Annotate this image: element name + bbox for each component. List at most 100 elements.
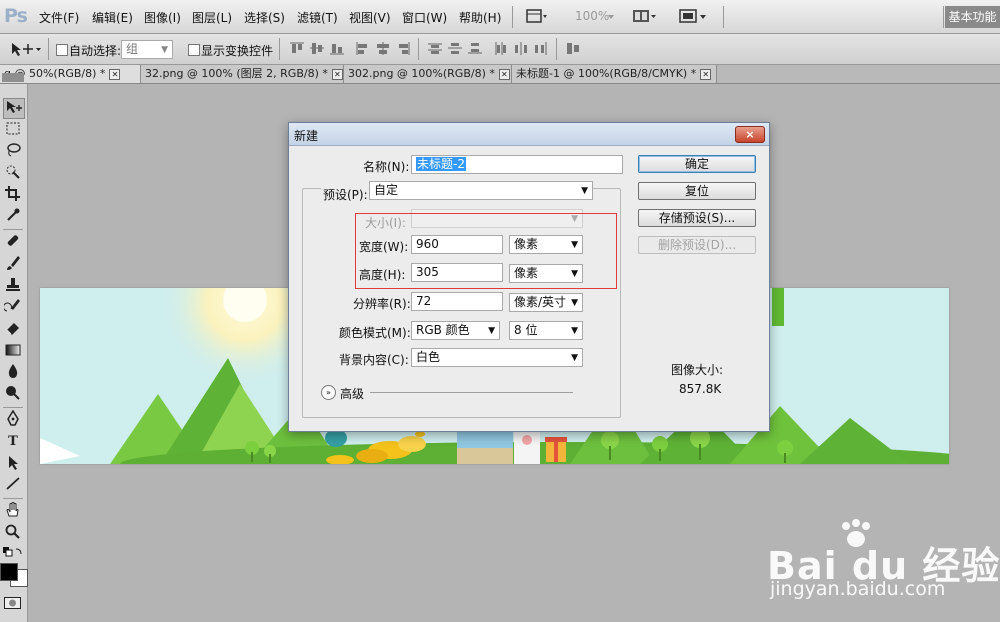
brush-tool-icon[interactable] [3,254,23,273]
workspace-switcher[interactable]: 基本功能 [945,6,1000,28]
arrange-documents-icon[interactable] [632,8,656,24]
distribute-vcenter-icon[interactable] [448,42,462,55]
menu-image[interactable]: 图像(I) [144,9,181,26]
zoom-dropdown-icon[interactable] [606,8,628,24]
foreground-color-swatch[interactable] [0,563,18,581]
color-mode-dropdown[interactable]: RGB 颜色 ▼ [411,321,500,340]
name-input[interactable]: 未标题-2 [411,155,623,174]
distribute-left-icon[interactable] [494,42,508,55]
quick-selection-tool-icon[interactable] [3,163,23,182]
advanced-label[interactable]: 高级 [340,385,364,402]
document-tab[interactable]: 32.png @ 100% (图层 2, RGB/8) * ✕ [141,65,344,83]
dodge-tool-icon[interactable] [3,384,23,403]
default-colors-icon[interactable] [2,546,24,558]
menu-file[interactable]: 文件(F) [39,9,79,26]
resolution-label: 分辨率(R): [353,297,411,311]
distribute-right-icon[interactable] [534,42,548,55]
align-bottom-icon[interactable] [330,42,344,55]
menu-select[interactable]: 选择(S) [244,9,285,26]
advanced-divider [370,392,573,393]
align-top-icon[interactable] [290,42,304,55]
reset-button[interactable]: 复位 [638,182,756,200]
quick-mask-icon[interactable] [4,597,21,609]
options-bar: 自动选择: 组 ▼ 显示变换控件 [0,34,1000,65]
preset-label: 预设(P): [321,186,370,203]
close-icon[interactable]: ✕ [109,68,121,80]
auto-select-dropdown[interactable]: 组 ▼ [121,40,173,59]
distribute-top-icon[interactable] [428,42,442,55]
save-preset-button[interactable]: 存储预设(S)... [638,209,756,227]
move-tool-icon[interactable] [3,98,25,119]
ok-button[interactable]: 确定 [638,155,756,173]
tools-separator [3,407,23,408]
document-tab-bar: g @ 50%(RGB/8) * ✕ 32.png @ 100% (图层 2, R… [0,65,1000,84]
pen-tool-icon[interactable] [3,409,23,429]
type-tool-icon[interactable]: T [3,432,23,451]
lasso-tool-icon[interactable] [3,141,23,160]
menu-filter[interactable]: 滤镜(T) [297,9,338,26]
launch-bridge-icon[interactable] [526,8,548,24]
preset-dropdown[interactable]: 自定 ▼ [369,181,593,200]
delete-preset-button: 删除预设(D)... [638,236,756,254]
chevron-down-icon: ▼ [161,45,168,55]
tab-label: 32.png @ 100% (图层 2, RGB/8) * [145,67,328,80]
auto-align-layers-icon[interactable] [566,42,580,55]
chevron-down-icon: ▼ [571,298,578,308]
screen-mode-icon[interactable] [678,8,706,24]
bit-depth-dropdown[interactable]: 8 位 ▼ [509,321,583,340]
history-brush-tool-icon[interactable] [3,297,23,316]
menu-layer[interactable]: 图层(L) [192,9,232,26]
size-highlight-box [355,213,617,289]
close-icon[interactable]: ✕ [331,68,343,80]
options-separator [418,38,419,60]
close-icon[interactable]: ✕ [498,68,510,80]
marquee-tool-icon[interactable] [3,120,23,139]
resolution-unit-dropdown[interactable]: 像素/英寸 ▼ [509,293,583,312]
resolution-input[interactable]: 72 [411,292,503,311]
show-transform-checkbox[interactable] [188,44,200,56]
auto-select-checkbox[interactable] [56,44,68,56]
menu-separator [512,6,513,28]
color-mode-value: RGB 颜色 [416,323,470,337]
distribute-bottom-icon[interactable] [468,42,482,55]
align-vcenter-icon[interactable] [310,42,324,55]
resolution-unit-value: 像素/英寸 [514,295,567,309]
expand-advanced-icon[interactable]: » [321,385,336,400]
align-right-icon[interactable] [396,42,410,55]
zoom-tool-icon[interactable] [3,523,23,542]
path-selection-tool-icon[interactable] [3,454,23,473]
menu-bar: Ps 文件(F) 编辑(E) 图像(I) 图层(L) 选择(S) 滤镜(T) 视… [0,0,1000,34]
close-icon[interactable]: ✕ [700,68,712,80]
line-tool-icon[interactable] [3,475,23,494]
crop-tool-icon[interactable] [3,185,23,204]
panel-collapse-icon[interactable] [2,73,24,82]
menu-view[interactable]: 视图(V) [349,9,391,26]
menu-edit[interactable]: 编辑(E) [92,9,133,26]
chevron-down-icon: ▼ [571,326,578,336]
show-transform-label: 显示变换控件 [201,44,274,58]
zoom-level[interactable]: 100% [575,9,609,23]
distribute-hcenter-icon[interactable] [514,42,528,55]
menu-window[interactable]: 窗口(W) [402,9,447,26]
chevron-down-icon: ▼ [581,186,588,196]
dialog-title: 新建 [294,129,319,143]
chevron-down-icon: ▼ [571,353,578,363]
background-contents-label: 背景内容(C): [339,353,409,367]
blur-tool-icon[interactable] [3,362,23,381]
align-left-icon[interactable] [356,42,370,55]
dialog-titlebar[interactable]: 新建 × [289,123,769,146]
clone-stamp-tool-icon[interactable] [3,276,23,295]
eraser-tool-icon[interactable] [3,319,23,338]
move-tool-preset-icon[interactable] [9,40,43,58]
align-hcenter-icon[interactable] [376,42,390,55]
document-tab[interactable]: 未标题-1 @ 100%(RGB/8/CMYK) * ✕ [512,65,717,83]
menu-help[interactable]: 帮助(H) [459,9,501,26]
options-separator [556,38,557,60]
background-contents-dropdown[interactable]: 白色 ▼ [411,348,583,367]
healing-brush-tool-icon[interactable] [3,232,23,251]
gradient-tool-icon[interactable] [3,341,23,360]
document-tab[interactable]: 302.png @ 100%(RGB/8) * ✕ [344,65,512,83]
hand-tool-icon[interactable] [3,501,23,520]
close-button[interactable]: × [735,126,765,143]
eyedropper-tool-icon[interactable] [3,206,23,225]
